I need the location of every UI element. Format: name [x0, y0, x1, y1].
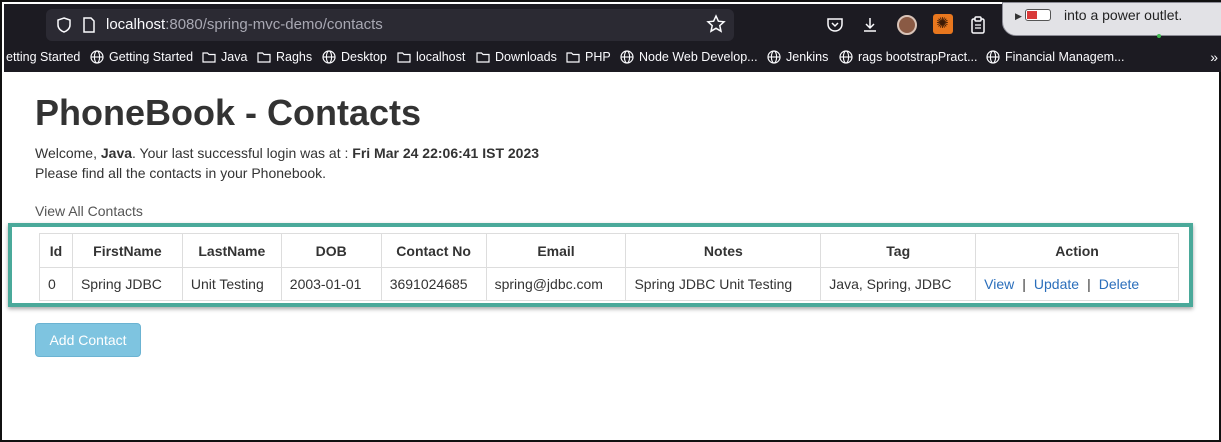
notification-text: into a power outlet. [1064, 7, 1183, 23]
table-header-row: Id FirstName LastName DOB Contact No Ema… [39, 233, 1179, 268]
bookmark-item[interactable]: rags bootstrapPract... [839, 50, 978, 64]
contacts-table-highlight: Id FirstName LastName DOB Contact No Ema… [8, 223, 1193, 307]
status-dot [1157, 34, 1161, 38]
cell-lastname: Unit Testing [181, 267, 282, 301]
bookmark-label: Jenkins [786, 50, 829, 64]
bookmark-item[interactable]: Raghs [257, 50, 312, 64]
bookmark-item[interactable]: Jenkins [767, 50, 828, 64]
url-text[interactable]: localhost:8080/spring-mvc-demo/contacts [106, 16, 383, 33]
bookmark-label: localhost [416, 50, 466, 64]
welcome-middle: . Your last successful login was at : [132, 145, 353, 161]
column-header-id: Id [39, 233, 73, 268]
welcome-message: Welcome, Java. Your last successful logi… [35, 145, 539, 161]
cell-actions: View | Update | Delete [975, 267, 1179, 301]
folder-icon [566, 52, 580, 63]
bookmark-label: Downloads [495, 50, 557, 64]
page-title: PhoneBook - Contacts [35, 92, 422, 133]
page-icon [83, 17, 95, 33]
folder-icon [476, 52, 490, 63]
cell-notes: Spring JDBC Unit Testing [625, 267, 822, 301]
column-header-firstname: FirstName [71, 233, 183, 268]
bookmark-label: Desktop [341, 50, 387, 64]
cell-email: spring@jdbc.com [485, 267, 627, 301]
bookmark-label: Getting Started [109, 50, 194, 64]
battery-icon [1025, 9, 1051, 21]
url-path: :8080/spring-mvc-demo/contacts [165, 16, 383, 33]
globe-icon [90, 50, 104, 64]
last-login-time: Fri Mar 24 22:06:41 IST 2023 [352, 145, 540, 161]
action-separator: | [1022, 276, 1026, 292]
folder-icon [202, 52, 216, 63]
page-content: PhoneBook - Contacts Welcome, Java. Your… [4, 72, 1221, 442]
column-header-tag: Tag [820, 233, 977, 268]
bookmarks-bar: etting Started Getting Started Java Ragh… [4, 47, 1221, 69]
address-bar[interactable]: localhost:8080/spring-mvc-demo/contacts [46, 9, 734, 41]
bookmark-label: Raghs [276, 50, 313, 64]
bookmark-item[interactable]: Getting Started [90, 50, 193, 64]
bookmark-item[interactable]: PHP [566, 50, 611, 64]
bookmark-item[interactable]: Node Web Develop... [620, 50, 758, 64]
bookmark-label: Financial Managem... [1005, 50, 1125, 64]
bookmark-item[interactable]: Desktop [322, 50, 387, 64]
column-header-contact-no: Contact No [380, 233, 487, 268]
url-host: localhost [106, 16, 166, 33]
browser-toolbar: localhost:8080/spring-mvc-demo/contacts … [4, 2, 1221, 72]
bookmark-label: PHP [585, 50, 611, 64]
bookmark-label: rags bootstrapPract... [858, 50, 978, 64]
username: Java [100, 145, 133, 161]
view-link[interactable]: View [984, 276, 1014, 292]
globe-icon [322, 50, 336, 64]
column-header-lastname: LastName [181, 233, 282, 268]
column-header-email: Email [485, 233, 627, 268]
account-avatar[interactable] [897, 15, 917, 35]
bookmark-label: Node Web Develop... [639, 50, 758, 64]
instructions-text: Please find all the contacts in your Pho… [35, 165, 327, 181]
clipboard-icon[interactable] [968, 15, 988, 35]
cell-tag: Java, Spring, JDBC [820, 267, 977, 301]
column-header-notes: Notes [625, 233, 822, 268]
bookmark-star-icon[interactable] [706, 14, 726, 34]
add-contact-button[interactable]: Add Contact [35, 323, 141, 357]
column-header-dob: DOB [280, 233, 382, 268]
download-icon[interactable] [860, 15, 880, 35]
globe-icon [839, 50, 853, 64]
cell-firstname: Spring JDBC [71, 267, 183, 301]
globe-icon [767, 50, 781, 64]
cell-dob: 2003-01-01 [280, 267, 382, 301]
play-icon: ▶ [1015, 11, 1022, 21]
globe-icon [986, 50, 1000, 64]
battery-notification[interactable]: ▶ into a power outlet. [1002, 2, 1221, 36]
bookmark-item[interactable]: Financial Managem... [986, 50, 1125, 64]
view-all-contacts-link[interactable]: View All Contacts [35, 203, 143, 219]
bookmark-item[interactable]: etting Started [6, 50, 80, 64]
folder-icon [257, 52, 271, 63]
bookmarks-overflow-icon[interactable]: » [1210, 49, 1218, 65]
action-separator: | [1087, 276, 1091, 292]
screenshot-frame: localhost:8080/spring-mvc-demo/contacts … [0, 0, 1221, 442]
folder-icon [397, 52, 411, 63]
cell-contact-no: 3691024685 [380, 267, 487, 301]
bookmark-label: etting Started [6, 50, 81, 64]
column-header-action: Action [975, 233, 1179, 268]
pocket-icon[interactable] [825, 15, 845, 35]
bookmark-label: Java [221, 50, 248, 64]
contacts-table: Id FirstName LastName DOB Contact No Ema… [39, 233, 1179, 301]
bookmark-item[interactable]: Downloads [476, 50, 557, 64]
update-link[interactable]: Update [1034, 276, 1079, 292]
shield-icon[interactable] [56, 17, 72, 33]
bookmark-item[interactable]: Java [202, 50, 247, 64]
globe-icon [620, 50, 634, 64]
welcome-prefix: Welcome, [35, 145, 101, 161]
table-row: 0 Spring JDBC Unit Testing 2003-01-01 36… [39, 267, 1179, 301]
bookmark-item[interactable]: localhost [397, 50, 465, 64]
cell-id: 0 [39, 267, 73, 301]
extension-icon[interactable] [933, 14, 953, 34]
delete-link[interactable]: Delete [1099, 276, 1139, 292]
